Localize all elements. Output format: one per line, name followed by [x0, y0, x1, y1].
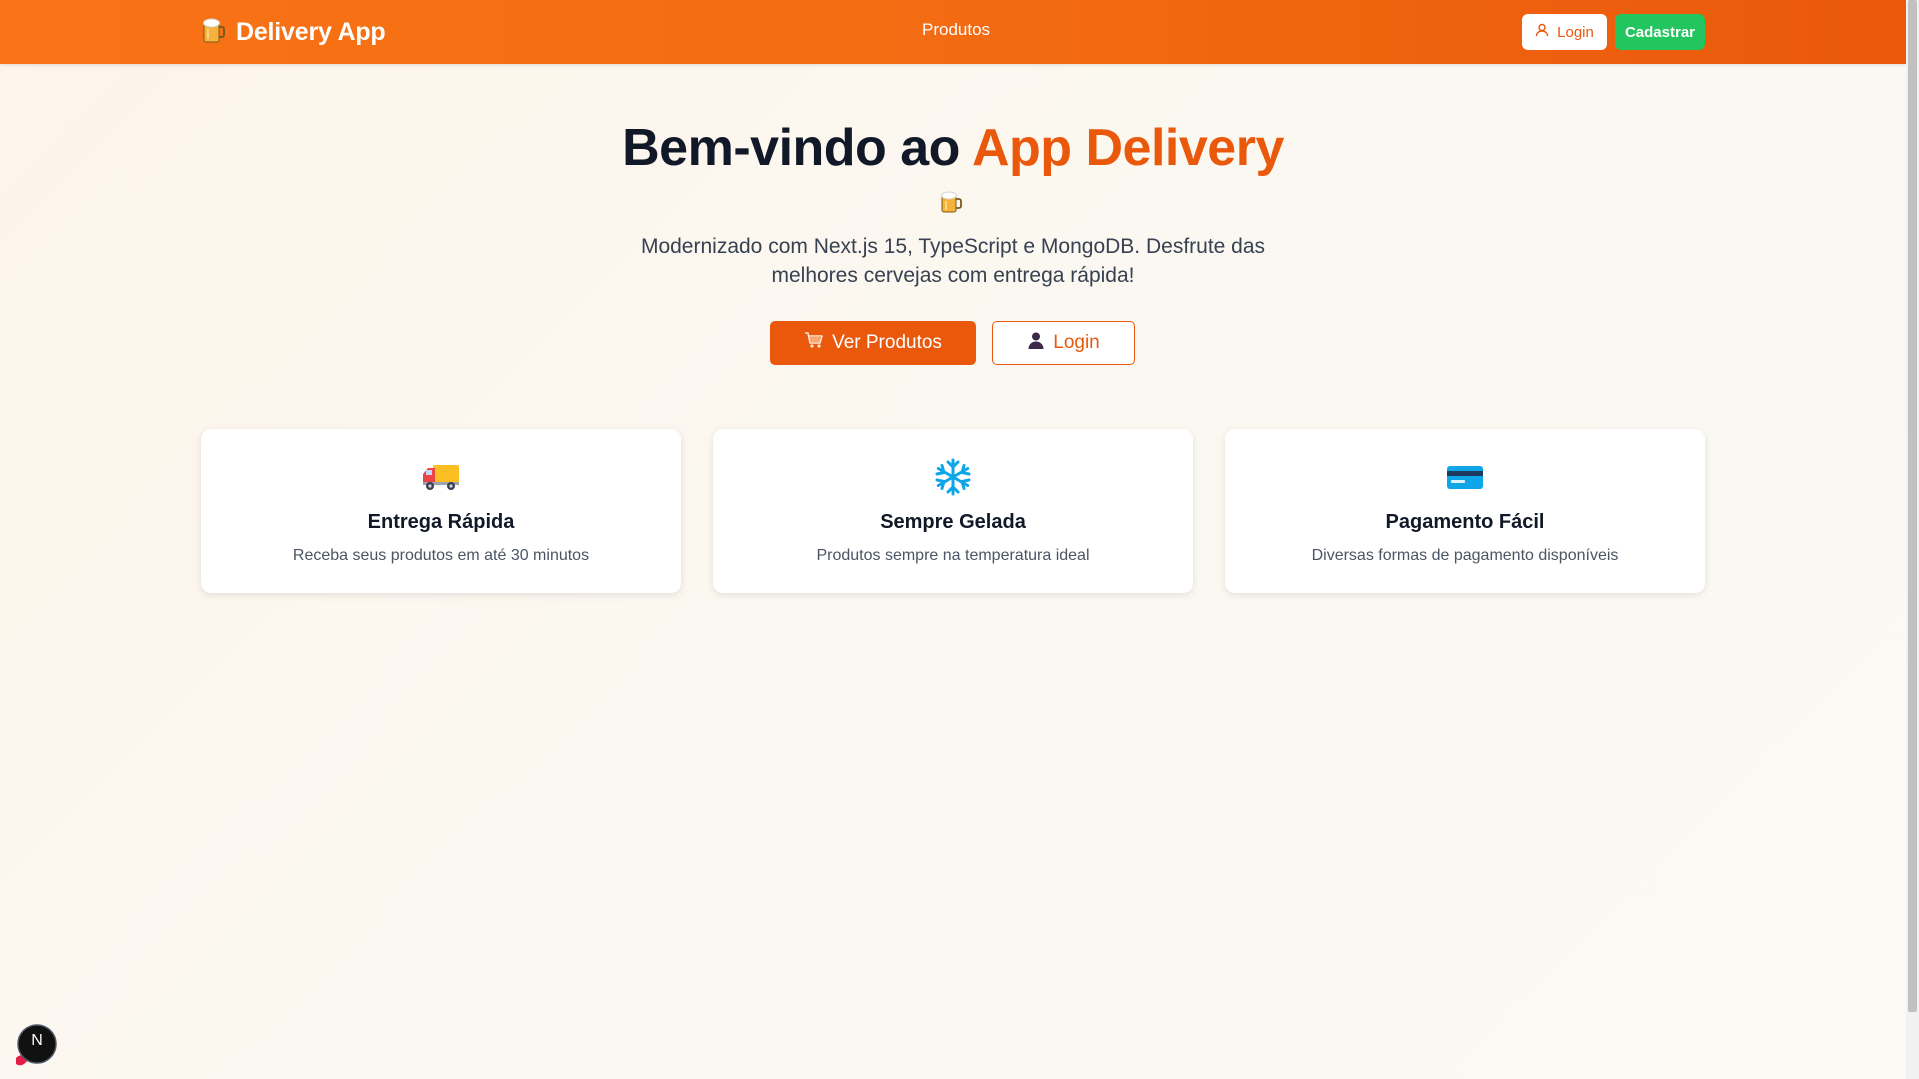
scrollbar-thumb[interactable] — [1908, 0, 1917, 1012]
nav-link-produtos[interactable]: Produtos — [922, 20, 990, 40]
vertical-scrollbar[interactable] — [1906, 0, 1919, 1079]
brand-name: Delivery App — [236, 17, 386, 46]
beer-mug-icon — [202, 16, 226, 49]
hero-title: Bem-vindo ao App Delivery — [0, 118, 1906, 178]
hero-title-accent: App Delivery — [971, 119, 1284, 177]
hero-login-label: Login — [1053, 332, 1100, 353]
feature-title: Entrega Rápida — [367, 511, 515, 533]
nav-login-button[interactable]: Login — [1522, 14, 1607, 50]
feature-description: Receba seus produtos em até 30 minutos — [292, 547, 590, 564]
feature-card-payment: Pagamento Fácil Diversas formas de pagam… — [1225, 429, 1705, 593]
user-silhouette-icon — [1027, 331, 1045, 355]
feature-card-delivery: Entrega Rápida Receba seus produtos em a… — [201, 429, 681, 593]
beer-mug-icon — [938, 190, 966, 219]
feature-description: Diversas formas de pagamento disponíveis — [1311, 547, 1619, 564]
nav-signup-label: Cadastrar — [1624, 23, 1696, 41]
top-navbar: Delivery App Produtos Login Cadastrar — [0, 0, 1906, 64]
credit-card-icon — [1225, 457, 1705, 497]
shopping-cart-icon — [804, 331, 824, 355]
view-products-label: Ver Produtos — [832, 332, 942, 353]
nav-login-label: Login — [1557, 23, 1594, 41]
view-products-button[interactable]: Ver Produtos — [770, 321, 976, 365]
feature-title: Sempre Gelada — [880, 511, 1026, 533]
feature-title: Pagamento Fácil — [1385, 511, 1545, 533]
hero-title-prefix: Bem-vindo ao — [622, 119, 972, 177]
delivery-truck-icon — [201, 457, 681, 497]
brand-logo[interactable]: Delivery App — [202, 14, 386, 50]
user-icon — [1535, 23, 1549, 41]
hero-login-button[interactable]: Login — [992, 321, 1135, 365]
hero-subtitle: Modernizado com Next.js 15, TypeScript e… — [640, 235, 1266, 287]
feature-description: Produtos sempre na temperatura ideal — [816, 547, 1090, 564]
feature-card-cold: Sempre Gelada Produtos sempre na tempera… — [713, 429, 1193, 593]
nextjs-dev-badge[interactable]: N — [10, 1022, 60, 1072]
nav-signup-button[interactable]: Cadastrar — [1615, 14, 1705, 50]
snowflake-icon — [713, 457, 1193, 497]
nextjs-logo-letter: N — [31, 1032, 43, 1049]
